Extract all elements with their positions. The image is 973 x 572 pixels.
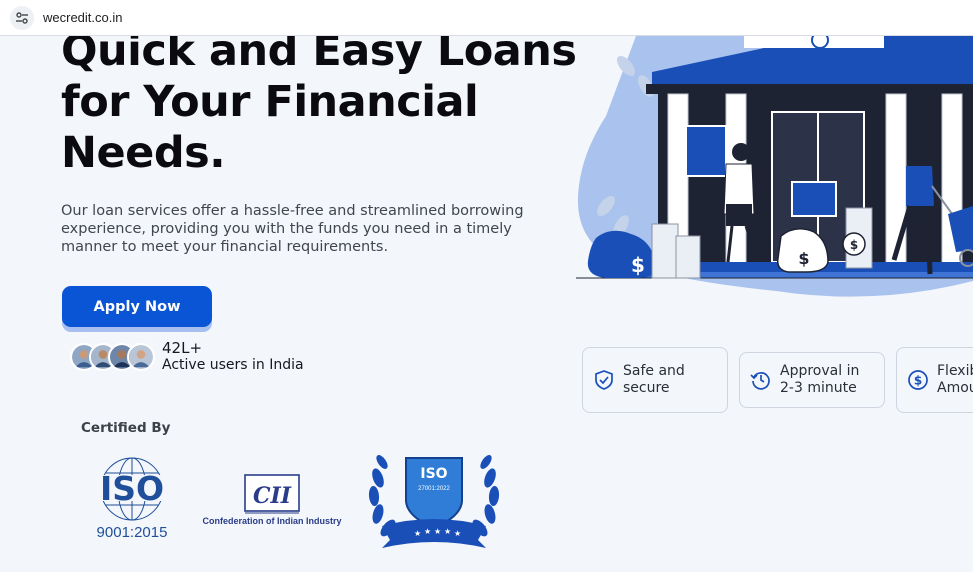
hero-headline: Quick and Easy Loans for Your Financial … xyxy=(61,26,581,179)
svg-text:$: $ xyxy=(850,238,858,252)
site-settings-icon[interactable] xyxy=(10,5,34,30)
feature-safe-secure: Safe and secure xyxy=(582,347,728,413)
svg-text:$: $ xyxy=(798,249,809,268)
iso-9001-number: 9001:2015 xyxy=(97,524,168,541)
cii-name: Confederation of Indian Industry xyxy=(203,516,342,526)
svg-text:★: ★ xyxy=(444,527,451,536)
hero-description: Our loan services offer a hassle-free an… xyxy=(61,203,524,255)
browser-address-bar[interactable]: wecredit.co.in xyxy=(0,0,973,36)
iso-27001-text: ISO xyxy=(420,466,447,482)
iso-9001-text: ISO xyxy=(100,469,164,508)
clock-history-icon xyxy=(750,372,770,390)
dollar-circle-icon: $ xyxy=(908,370,928,390)
feature-approval-time: Approval in 2-3 minute xyxy=(739,352,885,408)
apply-now-button[interactable]: Apply Now xyxy=(62,286,212,327)
user-avatars xyxy=(70,343,155,371)
iso-27001-number: 27001:2022 xyxy=(418,486,450,492)
svg-text:★: ★ xyxy=(414,529,421,538)
svg-text:$: $ xyxy=(631,253,645,277)
feature-label: Safe and secure xyxy=(623,363,685,396)
headline-line-3: Needs. xyxy=(61,128,226,178)
iso-27001-badge: ISO 27001:2022 ★ ★ ★ ★ ★ xyxy=(364,448,504,558)
svg-text:★: ★ xyxy=(434,527,441,536)
users-label: Active users in India xyxy=(162,357,304,373)
active-users: 42L+ Active users in India xyxy=(70,340,304,374)
bank-illustration: $ $ $ xyxy=(576,36,973,298)
avatar xyxy=(127,343,155,371)
headline-line-2: for Your Financial xyxy=(61,77,479,127)
feature-label: Approval in 2-3 minute xyxy=(780,363,860,396)
cii-abbr: CII xyxy=(253,483,292,509)
url-text[interactable]: wecredit.co.in xyxy=(43,10,122,25)
feature-flexible-amount: $ Flexibl Amou xyxy=(896,347,973,413)
svg-text:$: $ xyxy=(914,374,922,388)
iso-9001-logo: ISO 9001:2015 xyxy=(88,453,178,547)
feature-label: Flexibl Amou xyxy=(937,363,973,396)
svg-text:★: ★ xyxy=(454,529,461,538)
cii-logo: CII Confederation of Indian Industry xyxy=(197,473,349,533)
certified-by-heading: Certified By xyxy=(81,420,171,436)
svg-text:★: ★ xyxy=(424,527,431,536)
shield-check-icon xyxy=(595,370,613,390)
users-count: 42L+ xyxy=(162,339,203,357)
